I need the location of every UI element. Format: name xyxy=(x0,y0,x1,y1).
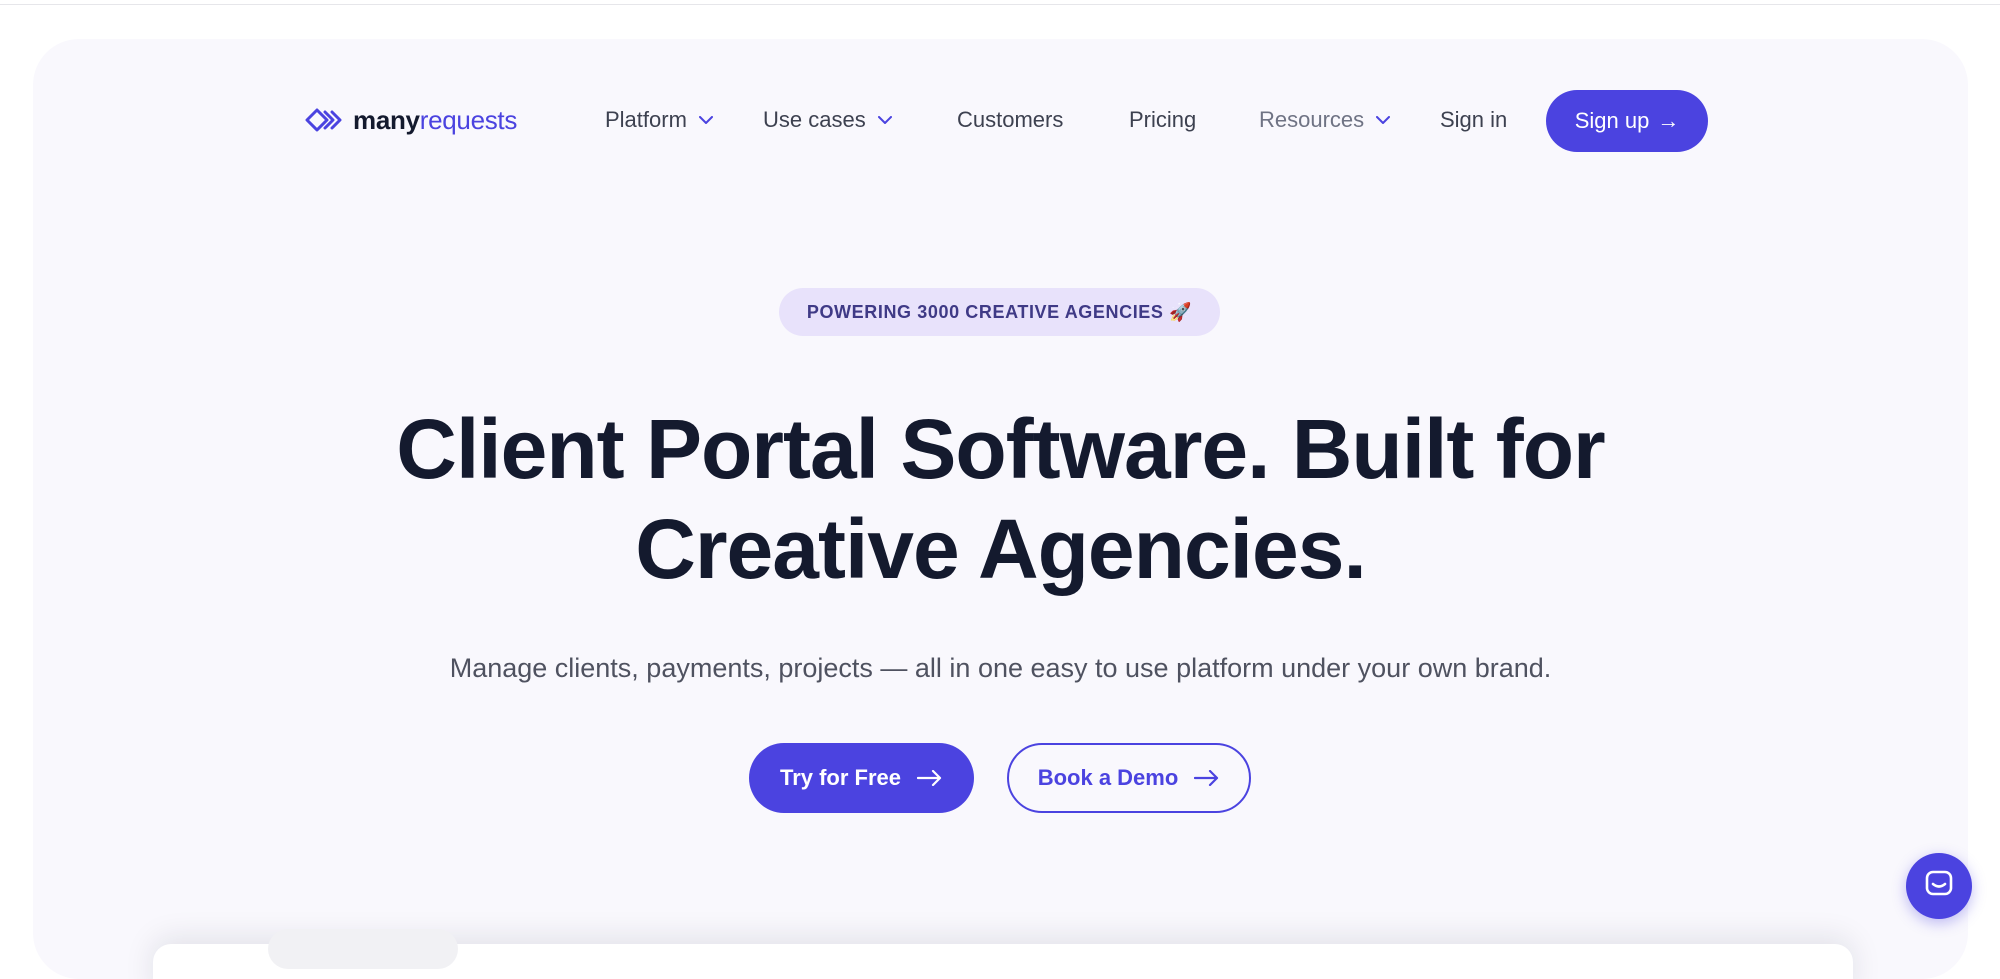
nav-resources[interactable]: Resources xyxy=(1259,107,1391,133)
chevron-down-icon xyxy=(698,115,713,125)
hero-card: manyrequests Platform Use cases Customer… xyxy=(33,39,1968,979)
hero-subheadline: Manage clients, payments, projects — all… xyxy=(449,653,1552,683)
product-preview-tab xyxy=(268,929,458,969)
chat-icon xyxy=(1924,869,1954,904)
nav-customers-label: Customers xyxy=(957,107,1064,132)
sign-up-button[interactable]: Sign up → xyxy=(1546,90,1708,152)
sign-in-label: Sign in xyxy=(1440,107,1508,132)
book-a-demo-button[interactable]: Book a Demo xyxy=(1007,743,1251,813)
book-a-demo-label: Book a Demo xyxy=(1037,765,1179,790)
nav-customers[interactable]: Customers xyxy=(957,107,1063,133)
brand-logo[interactable]: manyrequests xyxy=(303,105,517,135)
badge-text: POWERING 3000 CREATIVE AGENCIES 🚀 xyxy=(806,301,1193,322)
nav-pricing-label: Pricing xyxy=(1129,107,1197,132)
headline-line-1: Client Portal Software. Built for xyxy=(396,402,1605,496)
hero-headline: Client Portal Software. Built for Creati… xyxy=(33,399,1968,599)
brand-wordmark: manyrequests xyxy=(353,105,518,135)
arrow-right-icon xyxy=(1194,770,1220,786)
headline-line-2: Creative Agencies. xyxy=(635,502,1367,596)
nav-platform[interactable]: Platform xyxy=(605,107,713,133)
arrow-right-icon: → xyxy=(1657,108,1680,133)
chevron-down-icon xyxy=(877,115,892,125)
sign-up-label: Sign up xyxy=(1574,108,1650,133)
top-navigation: manyrequests Platform Use cases Customer… xyxy=(33,39,1968,169)
nav-use-cases[interactable]: Use cases xyxy=(763,107,892,133)
try-for-free-label: Try for Free xyxy=(779,765,902,790)
chevrons-logo-icon xyxy=(303,106,345,134)
try-for-free-button[interactable]: Try for Free xyxy=(749,743,974,813)
nav-platform-label: Platform xyxy=(605,107,687,132)
nav-pricing[interactable]: Pricing xyxy=(1129,107,1196,133)
nav-use-cases-label: Use cases xyxy=(763,107,866,132)
top-divider xyxy=(0,4,2000,5)
chevron-down-icon xyxy=(1376,115,1391,125)
sign-in-link[interactable]: Sign in xyxy=(1440,107,1507,133)
nav-resources-label: Resources xyxy=(1259,107,1365,132)
chat-launcher-button[interactable] xyxy=(1906,853,1972,919)
social-proof-badge: POWERING 3000 CREATIVE AGENCIES 🚀 xyxy=(779,288,1220,336)
arrow-right-icon xyxy=(917,770,943,786)
